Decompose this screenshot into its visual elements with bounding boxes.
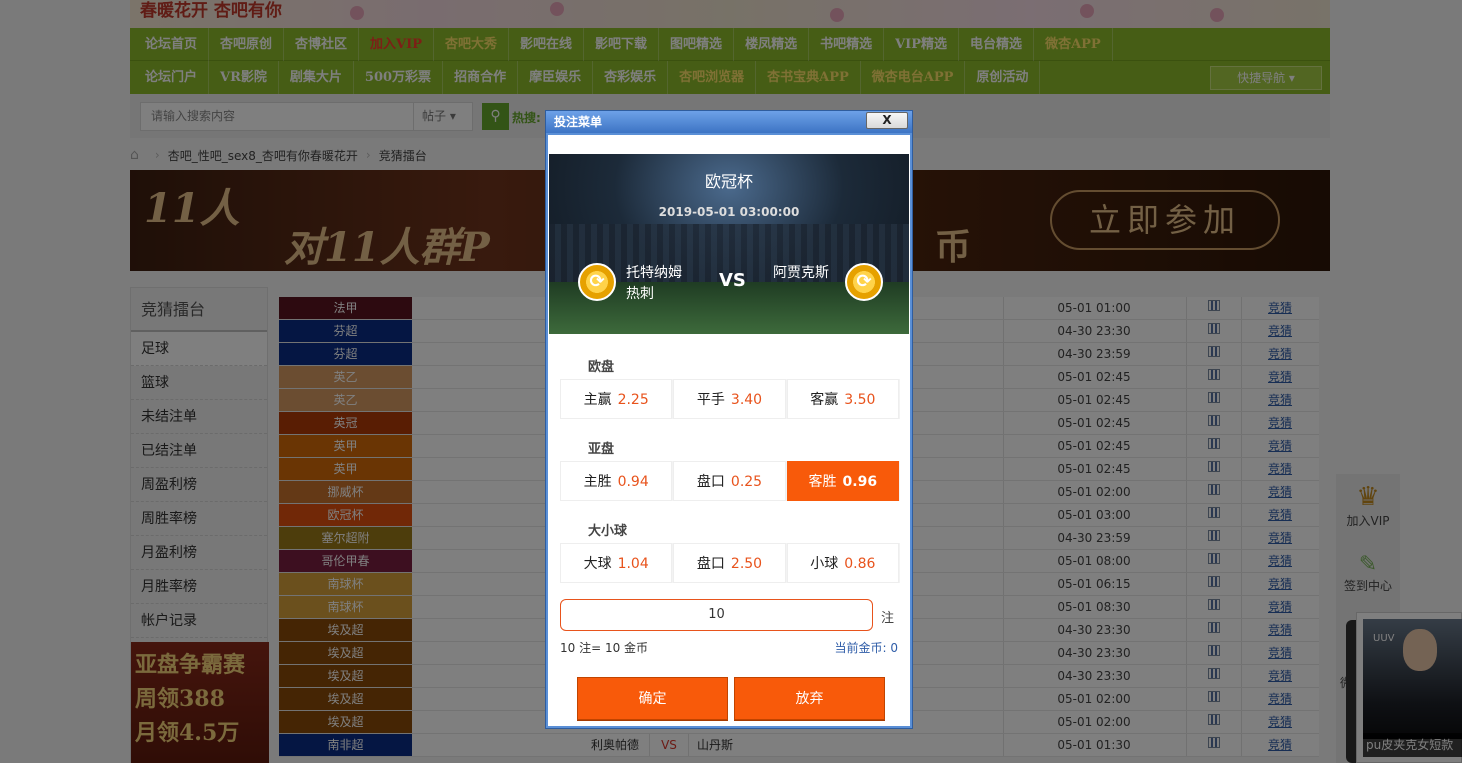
section-label-european: 欧盘 (588, 360, 615, 375)
odds-value: 2.25 (617, 392, 649, 408)
match-hero: 欧冠杯 2019-05-01 03:00:00 ⟳ 托特纳姆 热刺 VS 阿贾克… (549, 154, 909, 334)
odds-handicap-line[interactable]: 盘口 0.25 (673, 461, 786, 501)
vs-label: VS (719, 270, 746, 291)
away-team-logo: ⟳ (845, 263, 883, 301)
odds-home-handicap[interactable]: 主胜 0.94 (560, 461, 673, 501)
odds-name: 小球 (810, 556, 839, 572)
bet-amount-input[interactable]: 10 (560, 599, 873, 631)
odds-row-over-under: 大球 1.04 盘口 2.50 小球 0.86 (560, 543, 900, 583)
odds-name: 盘口 (696, 474, 725, 490)
odds-value: 3.40 (730, 392, 763, 408)
confirm-button[interactable]: 确定 (577, 677, 728, 720)
odds-over[interactable]: 大球 1.04 (560, 543, 673, 583)
odds-row-asian: 主胜 0.94 盘口 0.25 客胜 0.96 (560, 461, 900, 501)
odds-away-win[interactable]: 客赢 3.50 (786, 379, 899, 419)
dialog-title: 投注菜单 X (546, 111, 912, 133)
odds-away-handicap-selected[interactable]: 客胜 0.96 (786, 461, 899, 501)
odds-value: 1.04 (617, 556, 649, 572)
bet-unit-label: 注 (881, 611, 895, 626)
close-button[interactable]: X (866, 112, 908, 129)
odds-home-win[interactable]: 主赢 2.25 (560, 379, 673, 419)
odds-name: 客胜 (808, 474, 837, 490)
odds-value: 0.25 (730, 474, 763, 490)
match-time: 2019-05-01 03:00:00 (658, 205, 800, 219)
odds-value: 3.50 (844, 392, 876, 408)
odds-value: 0.94 (617, 474, 649, 490)
odds-name: 客赢 (810, 392, 839, 408)
cancel-button[interactable]: 放弃 (734, 677, 885, 720)
home-team-logo: ⟳ (578, 263, 616, 301)
home-team-name-line: 托特纳姆 (626, 265, 682, 281)
odds-name: 大球 (583, 556, 612, 572)
odds-total-line[interactable]: 盘口 2.50 (673, 543, 786, 583)
odds-name: 平手 (696, 392, 725, 408)
dialog-body: 欧冠杯 2019-05-01 03:00:00 ⟳ 托特纳姆 热刺 VS 阿贾克… (548, 135, 910, 726)
competition-name: 欧冠杯 (704, 172, 753, 191)
bet-dialog: 投注菜单 X 欧冠杯 2019-05-01 03:00:00 ⟳ 托特纳姆 热刺… (545, 110, 913, 729)
odds-under[interactable]: 小球 0.86 (786, 543, 899, 583)
home-team-name-line: 热刺 (626, 286, 654, 302)
away-team-name: 阿贾克斯 (773, 265, 829, 281)
dialog-title-text: 投注菜单 (554, 115, 603, 129)
odds-draw[interactable]: 平手 3.40 (673, 379, 786, 419)
section-label-asian: 亚盘 (588, 442, 615, 457)
odds-value: 2.50 (730, 556, 763, 572)
odds-value: 0.86 (844, 556, 876, 572)
odds-name: 盘口 (696, 556, 725, 572)
odds-name: 主赢 (583, 392, 612, 408)
bet-cost-calc: 10 注= 10 金币 (560, 641, 649, 655)
home-team-name: 托特纳姆 热刺 (626, 263, 682, 305)
odds-value: 0.96 (842, 474, 878, 490)
current-coins: 当前金币: 0 (834, 641, 899, 655)
section-label-over-under: 大小球 (588, 524, 628, 539)
odds-row-european: 主赢 2.25 平手 3.40 客赢 3.50 (560, 379, 900, 419)
odds-name: 主胜 (583, 474, 612, 490)
